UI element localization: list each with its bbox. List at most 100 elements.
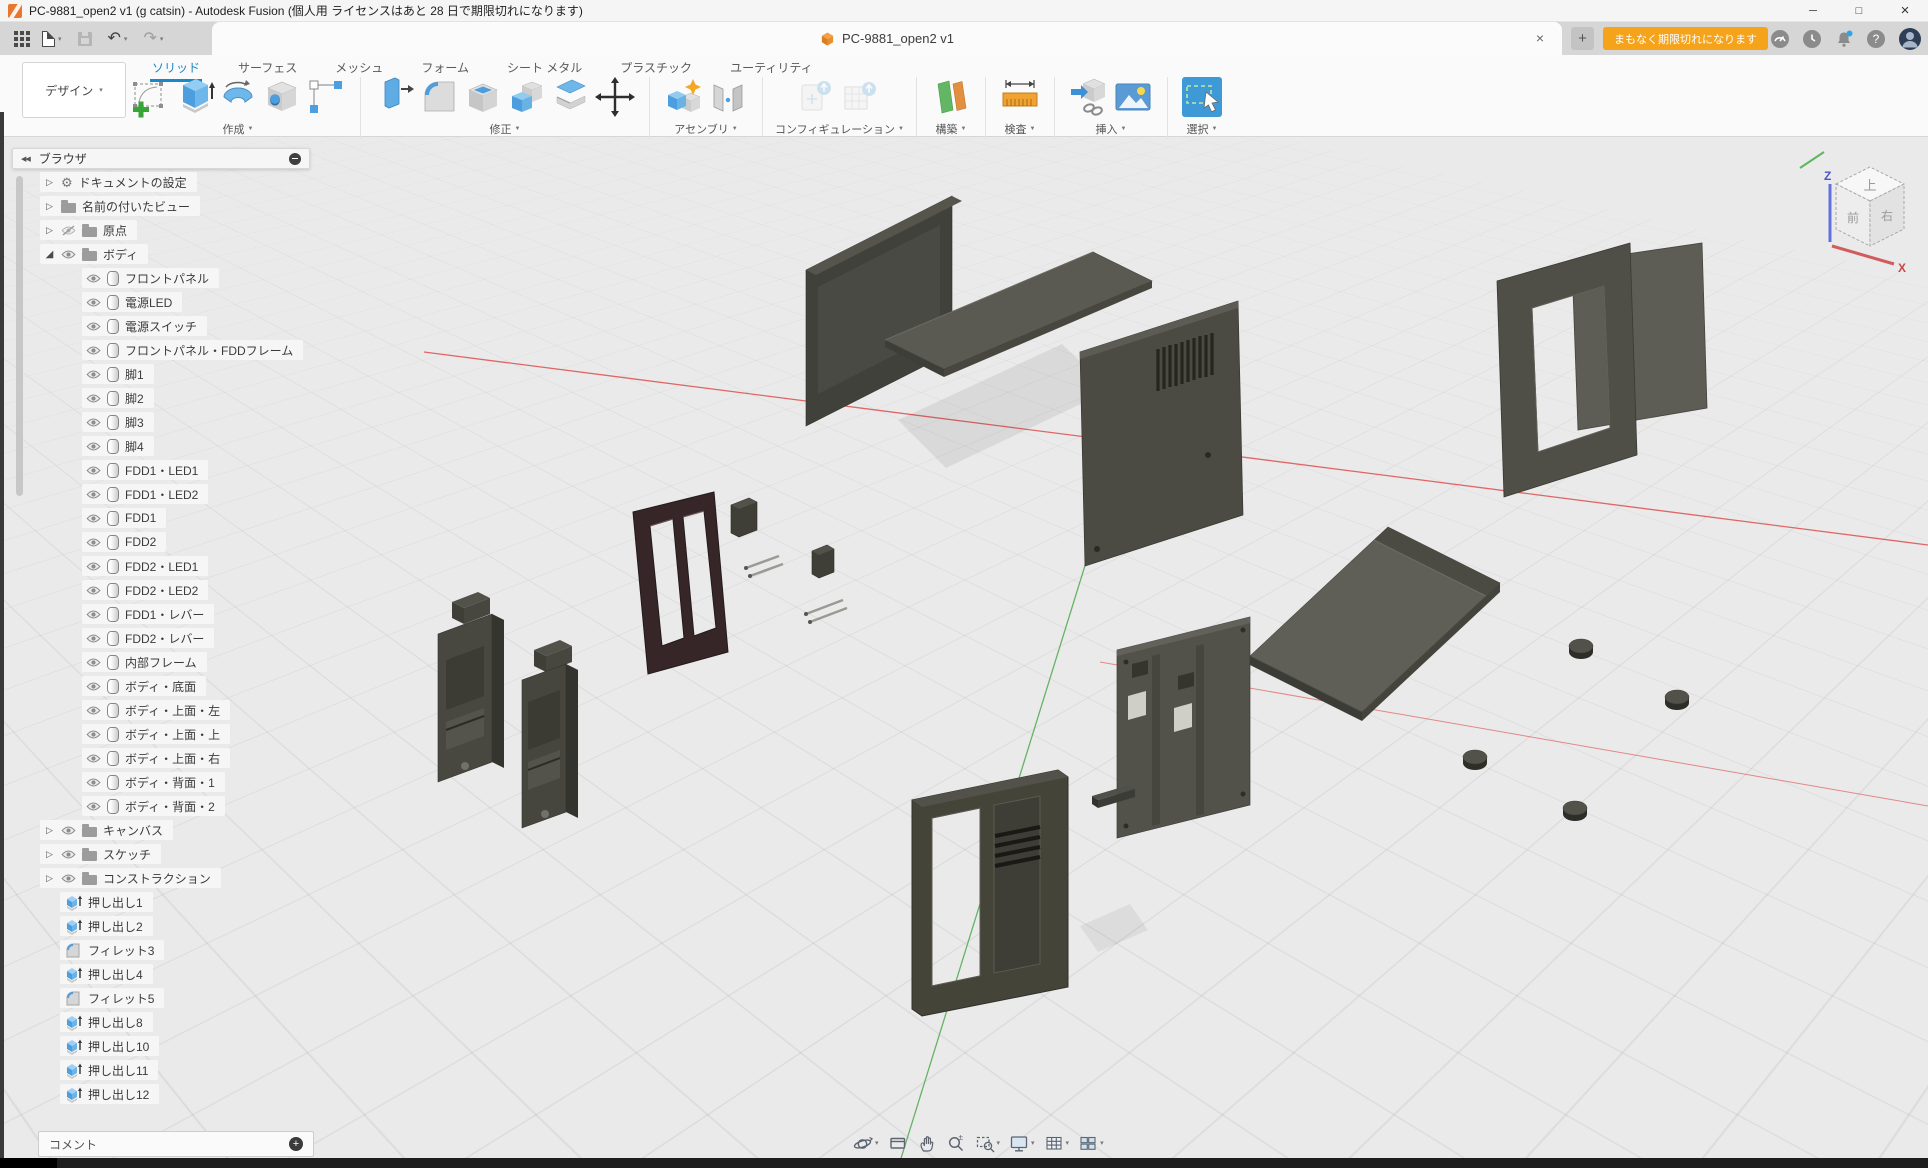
browser-row[interactable]: ▷ ◢ ⚙ スケッチ bbox=[0, 842, 420, 866]
feature-row[interactable]: 押し出し4 bbox=[0, 962, 420, 986]
revolve-button[interactable] bbox=[216, 75, 260, 119]
visibility-eye-icon[interactable] bbox=[86, 297, 101, 308]
part-power-led[interactable] bbox=[812, 545, 834, 578]
orbit-button[interactable]: ▾ bbox=[853, 1133, 879, 1153]
part-feet[interactable] bbox=[1463, 639, 1689, 821]
browser-row[interactable]: ▷ ◢ ⚙ 電源LED bbox=[0, 290, 420, 314]
part-front-bezel[interactable] bbox=[912, 770, 1068, 1016]
browser-row[interactable]: ▷ ◢ ⚙ 脚3 bbox=[0, 410, 420, 434]
group-label-insert[interactable]: 挿入▼ bbox=[1095, 121, 1126, 137]
select-button[interactable] bbox=[1180, 75, 1224, 119]
visibility-eye-icon[interactable] bbox=[86, 681, 101, 692]
viewports-button[interactable]: ▾ bbox=[1078, 1133, 1104, 1153]
visibility-eye-icon[interactable] bbox=[61, 249, 76, 260]
browser-row[interactable]: ▷ ◢ ⚙ ドキュメントの設定 bbox=[0, 170, 420, 194]
group-label-modify[interactable]: 修正▼ bbox=[490, 121, 521, 137]
visibility-eye-icon[interactable] bbox=[86, 753, 101, 764]
visibility-eye-icon[interactable] bbox=[61, 849, 76, 860]
visibility-eye-icon[interactable] bbox=[86, 345, 101, 356]
feature-row[interactable]: 押し出し10 bbox=[0, 1034, 420, 1058]
notification-bell-icon[interactable] bbox=[1834, 29, 1854, 49]
visibility-eye-icon[interactable] bbox=[86, 633, 101, 644]
browser-row[interactable]: ▷ ◢ ⚙ ボディ・上面・右 bbox=[0, 746, 420, 770]
help-icon[interactable]: ? bbox=[1866, 29, 1886, 49]
fillet-button[interactable] bbox=[417, 75, 461, 119]
browser-row[interactable]: ▷ ◢ ⚙ FDD1 bbox=[0, 506, 420, 530]
hole-button[interactable] bbox=[260, 75, 304, 119]
insert-derive-button[interactable] bbox=[1067, 75, 1111, 119]
license-warning-button[interactable]: まもなく期限切れになります bbox=[1603, 27, 1768, 50]
visibility-eye-off-icon[interactable] bbox=[61, 225, 76, 236]
expand-arrow-icon[interactable]: ▷ bbox=[44, 873, 55, 884]
visibility-eye-icon[interactable] bbox=[86, 489, 101, 500]
history-clock-icon[interactable] bbox=[1802, 29, 1822, 49]
browser-row[interactable]: ▷ ◢ ⚙ FDD1・レバー bbox=[0, 602, 420, 626]
window-minimize-button[interactable]: ─ bbox=[1790, 0, 1836, 21]
part-body-bottom-plate[interactable] bbox=[1250, 527, 1500, 721]
part-fdd-drive-1[interactable] bbox=[438, 592, 504, 782]
expand-arrow-icon[interactable]: ▷ bbox=[44, 849, 55, 860]
visibility-eye-icon[interactable] bbox=[86, 321, 101, 332]
document-tab[interactable]: PC-9881_open2 v1 × bbox=[212, 22, 1562, 55]
part-fdd-frame[interactable] bbox=[633, 492, 728, 674]
visibility-eye-icon[interactable] bbox=[86, 657, 101, 668]
browser-row[interactable]: ▷ ◢ ⚙ 電源スイッチ bbox=[0, 314, 420, 338]
browser-row[interactable]: ▷ ◢ ⚙ フロントパネル bbox=[0, 266, 420, 290]
browser-row[interactable]: ▷ ◢ ⚙ キャンバス bbox=[0, 818, 420, 842]
group-label-inspect[interactable]: 検査▼ bbox=[1004, 121, 1035, 137]
browser-row[interactable]: ▷ ◢ ⚙ ボディ・背面・2 bbox=[0, 794, 420, 818]
group-label-assemble[interactable]: アセンブリ▼ bbox=[674, 121, 737, 137]
browser-row[interactable]: ▷ ◢ ⚙ コンストラクション bbox=[0, 866, 420, 890]
user-avatar[interactable] bbox=[1898, 27, 1922, 51]
expand-arrow-icon[interactable]: ▷ bbox=[44, 825, 55, 836]
pan-button[interactable] bbox=[917, 1133, 937, 1153]
browser-row[interactable]: ▷ ◢ ⚙ 内部フレーム bbox=[0, 650, 420, 674]
part-body-top-left[interactable] bbox=[806, 196, 962, 426]
browser-row[interactable]: ▷ ◢ ⚙ 脚2 bbox=[0, 386, 420, 410]
visibility-eye-icon[interactable] bbox=[86, 705, 101, 716]
joint-button[interactable] bbox=[706, 75, 750, 119]
look-at-button[interactable] bbox=[888, 1133, 908, 1153]
document-tab-close-button[interactable]: × bbox=[1531, 29, 1549, 47]
visibility-eye-icon[interactable] bbox=[86, 609, 101, 620]
app-grid-menu-button[interactable] bbox=[14, 37, 26, 41]
minimize-browser-icon[interactable] bbox=[289, 153, 301, 165]
visibility-eye-icon[interactable] bbox=[86, 417, 101, 428]
visibility-eye-icon[interactable] bbox=[86, 729, 101, 740]
browser-row[interactable]: ▷ ◢ ⚙ 脚1 bbox=[0, 362, 420, 386]
feature-row[interactable]: フィレット5 bbox=[0, 986, 420, 1010]
expand-arrow-icon[interactable]: ▷ bbox=[44, 225, 55, 236]
file-menu-button[interactable]: ▾ bbox=[42, 31, 62, 47]
visibility-eye-icon[interactable] bbox=[86, 273, 101, 284]
job-status-icon[interactable] bbox=[1770, 29, 1790, 49]
browser-header[interactable]: ◀◀ ブラウザ bbox=[12, 148, 310, 169]
feature-row[interactable]: 押し出し8 bbox=[0, 1010, 420, 1034]
visibility-eye-icon[interactable] bbox=[86, 465, 101, 476]
browser-row[interactable]: ▷ ◢ ⚙ FDD2・レバー bbox=[0, 626, 420, 650]
browser-row[interactable]: ▷ ◢ ⚙ 原点 bbox=[0, 218, 420, 242]
feature-row[interactable]: フィレット3 bbox=[0, 938, 420, 962]
insert-canvas-button[interactable] bbox=[1111, 75, 1155, 119]
window-close-button[interactable]: × bbox=[1882, 0, 1928, 21]
browser-row[interactable]: ▷ ◢ ⚙ ボディ・背面・1 bbox=[0, 770, 420, 794]
visibility-eye-icon[interactable] bbox=[86, 537, 101, 548]
visibility-eye-icon[interactable] bbox=[86, 369, 101, 380]
visibility-eye-icon[interactable] bbox=[86, 513, 101, 524]
save-button[interactable] bbox=[78, 32, 92, 46]
part-fdd-drive-2[interactable] bbox=[522, 640, 578, 828]
visibility-eye-icon[interactable] bbox=[86, 561, 101, 572]
display-settings-button[interactable]: ▾ bbox=[1009, 1133, 1035, 1153]
browser-row[interactable]: ▷ ◢ ⚙ ボディ・上面・上 bbox=[0, 722, 420, 746]
collapse-arrow-icon[interactable]: ◢ bbox=[44, 249, 55, 260]
group-label-create[interactable]: 作成▼ bbox=[223, 121, 254, 137]
workspace-selector[interactable]: デザイン ▾ bbox=[22, 62, 126, 118]
feature-row[interactable]: 押し出し12 bbox=[0, 1082, 420, 1106]
visibility-eye-icon[interactable] bbox=[86, 777, 101, 788]
browser-row[interactable]: ▷ ◢ ⚙ フロントパネル・FDDフレーム bbox=[0, 338, 420, 362]
group-label-configuration[interactable]: コンフィギュレーション▼ bbox=[775, 121, 904, 137]
construction-plane-button[interactable] bbox=[929, 75, 973, 119]
window-maximize-button[interactable]: □ bbox=[1836, 0, 1882, 21]
visibility-eye-icon[interactable] bbox=[86, 441, 101, 452]
group-label-select[interactable]: 選択▼ bbox=[1186, 121, 1217, 137]
browser-row[interactable]: ▷ ◢ ⚙ FDD2 bbox=[0, 530, 420, 554]
